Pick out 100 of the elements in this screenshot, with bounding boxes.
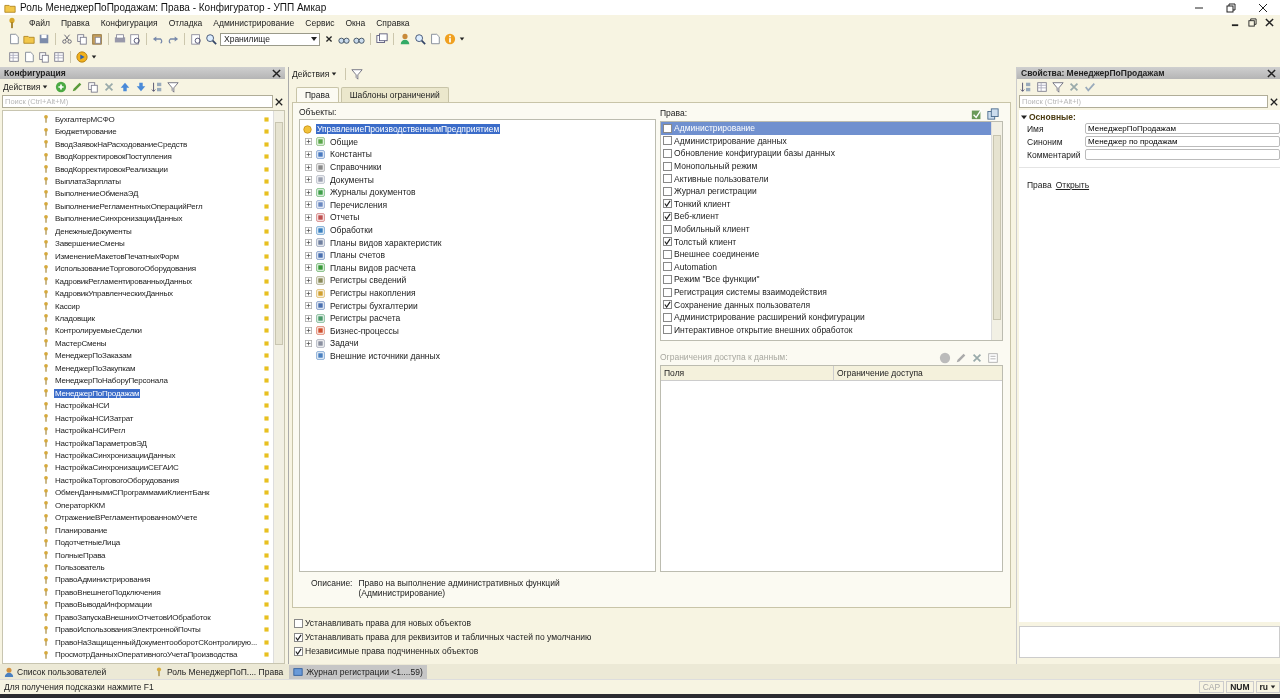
role-item[interactable]: Пользователь — [54, 563, 106, 573]
rights-row[interactable]: Администрирование расширений конфигурации — [661, 310, 991, 324]
rights-row[interactable]: Администрирование данных — [661, 134, 991, 148]
menu-item[interactable]: Конфигурация — [100, 17, 158, 28]
rights-row[interactable]: Тонкий клиент — [661, 197, 991, 211]
role-item[interactable]: ОбменДаннымиСПрограммамиКлиентБанк — [54, 488, 211, 498]
role-item[interactable]: ПросмотрДанныхОперативногоУчетаПроизводства — [54, 650, 239, 660]
role-item[interactable]: НастройкаСинхронизацииСЕГАИС — [54, 463, 180, 473]
rights-row[interactable]: Сохранение данных пользователя — [661, 298, 991, 311]
tree-item[interactable]: Внешние источники данных — [329, 351, 441, 361]
role-item[interactable]: ВводЗаявокНаРасходованиеСредств — [54, 139, 189, 149]
menu-item[interactable]: Отладка — [168, 17, 203, 28]
role-item[interactable]: Кладовщик — [54, 313, 96, 323]
rights-row[interactable]: Регистрация системы взаимодействия — [661, 285, 991, 299]
tree-item[interactable]: Регистры накопления — [329, 288, 417, 298]
window-tab[interactable]: Список пользователей — [0, 665, 148, 679]
rights-row[interactable]: Automation — [661, 260, 991, 274]
role-item[interactable]: Бюджетирование — [54, 127, 118, 137]
role-item[interactable]: НастройкаНСИЗатрат — [54, 413, 135, 423]
rights-row[interactable]: Мобильный клиент — [661, 222, 991, 236]
tree-item[interactable]: УправлениеПроизводственнымПредприятием — [316, 124, 501, 135]
role-item[interactable]: ВыполнениеРегламентныхОперацийРегл — [54, 201, 204, 211]
role-item[interactable]: ИспользованиеТорговогоОборудования — [54, 264, 197, 274]
tree-item[interactable]: Отчеты — [329, 212, 361, 223]
role-item[interactable]: МенеджерПоЗаказам — [54, 351, 133, 361]
actions-menu[interactable]: Действия — [3, 81, 49, 92]
text-field[interactable]: МенеджерПоПродажам — [1085, 123, 1280, 134]
role-item[interactable]: ВводКорректировокРеализации — [54, 164, 169, 174]
menu-item[interactable]: Администрирование — [213, 17, 295, 28]
role-item[interactable]: МенеджерПоЗакупкам — [54, 363, 137, 373]
tree-item[interactable]: Константы — [329, 149, 373, 160]
column-header[interactable]: Ограничение доступа — [834, 366, 926, 380]
role-item[interactable]: ПравоАдминистрирования — [54, 575, 152, 585]
role-item[interactable]: ПравоВнешнегоПодключения — [54, 587, 162, 597]
column-header[interactable]: Поля — [661, 366, 834, 380]
text-field[interactable]: Менеджер по продажам — [1085, 136, 1280, 147]
tree-item[interactable]: Планы видов характеристик — [329, 237, 443, 248]
role-item[interactable]: ВыплатаЗарплаты — [54, 177, 122, 186]
role-item[interactable]: МенеджерПоНаборуПерсонала — [54, 376, 169, 386]
rights-row[interactable]: Обновление конфигурации базы данных — [661, 147, 991, 160]
role-item[interactable]: ПравоНаЗащищенныйДокументооборотСКонтролирую... — [54, 637, 258, 647]
menu-item[interactable]: Правка — [60, 17, 90, 28]
tree-item[interactable]: Регистры сведений — [329, 275, 408, 286]
rights-row[interactable]: Монопольный режим — [661, 159, 991, 173]
role-item[interactable]: Планирование — [54, 525, 109, 535]
tab[interactable]: Права — [296, 87, 339, 102]
role-item[interactable]: ПравоЗапускаВнешнихОтчетовИОбработок — [54, 612, 212, 622]
role-item[interactable]: МастерСмены — [54, 338, 108, 348]
role-item[interactable]: ВыполнениеОбменаЭД — [54, 189, 140, 199]
role-item[interactable]: НастройкаНСИРегл — [54, 426, 127, 436]
role-item[interactable]: ПравоИспользованияЭлектроннойПочты — [54, 625, 202, 635]
actions-menu[interactable]: Действия — [292, 69, 338, 79]
role-item[interactable]: ИзменениеМакетовПечатныхФорм — [54, 251, 180, 261]
window-tab[interactable]: Журнал регистрации <1....59) — [289, 665, 427, 679]
tree-item[interactable]: Планы видов расчета — [329, 262, 417, 273]
role-item[interactable]: НастройкаНСИ — [54, 401, 111, 411]
menu-item[interactable]: Справка — [376, 17, 410, 28]
tree-item[interactable]: Планы счетов — [329, 250, 387, 261]
role-item[interactable]: КонтролируемыеСделки — [54, 326, 143, 336]
tree-item[interactable]: Документы — [329, 174, 375, 185]
role-item[interactable]: НастройкаТорговогоОборудования — [54, 475, 180, 485]
role-item[interactable]: НастройкаПараметровЭД — [54, 438, 148, 448]
role-item[interactable]: ВыполнениеСинхронизацииДанных — [54, 214, 184, 224]
role-item[interactable]: ОтражениеВРегламентированномУчете — [54, 513, 199, 523]
menu-item[interactable]: Файл — [29, 17, 50, 28]
role-item[interactable]: ОператорККМ — [54, 500, 106, 510]
role-item[interactable]: Кассир — [54, 301, 81, 311]
menu-item[interactable]: Окна — [345, 17, 366, 28]
storage-combo[interactable]: Хранилище — [220, 32, 320, 46]
tree-item[interactable]: Справочники — [329, 162, 383, 173]
rights-row[interactable]: Активные пользователи — [661, 172, 991, 185]
tree-item[interactable]: Регистры расчета — [329, 313, 402, 324]
open-link[interactable]: Открыть — [1055, 180, 1090, 190]
rights-row[interactable]: Веб-клиент — [661, 210, 991, 223]
role-item[interactable]: БухгалтерМСФО — [54, 114, 116, 124]
rights-row[interactable]: Журнал регистрации — [661, 184, 991, 198]
role-item[interactable]: КадровикРегламентированныхДанных — [54, 276, 193, 286]
rights-row[interactable]: Интерактивное открытие внешних обработок — [661, 323, 991, 337]
role-item[interactable]: ПолныеПрава — [54, 550, 107, 560]
rights-row[interactable]: Толстый клиент — [661, 235, 991, 248]
menu-item[interactable]: Сервис — [305, 17, 335, 28]
tree-item[interactable]: Журналы документов — [329, 187, 417, 198]
role-item[interactable]: ЗавершениеСмены — [54, 239, 126, 249]
role-item[interactable]: МенеджерПоПродажам — [54, 388, 141, 398]
rights-row[interactable]: Режим "Все функции" — [661, 273, 991, 286]
tree-item[interactable]: Регистры бухгалтерии — [329, 300, 419, 311]
tree-item[interactable]: Задачи — [329, 338, 360, 349]
role-item[interactable]: КадровикУправленческихДанных — [54, 289, 174, 299]
window-tab[interactable]: Роль МенеджерПоП.... Права — [150, 665, 288, 679]
tree-item[interactable]: Перечисления — [329, 199, 389, 210]
role-item[interactable]: НастройкаСинхронизацииДанных — [54, 450, 177, 460]
role-item[interactable]: ДенежныеДокументы — [54, 226, 133, 236]
role-item[interactable]: ПравоВыводаИнформации — [54, 600, 153, 610]
tree-item[interactable]: Обработки — [329, 225, 374, 236]
rights-row[interactable]: Внешнее соединение — [661, 247, 991, 261]
tab[interactable]: Шаблоны ограничений — [340, 87, 449, 102]
tree-item[interactable]: Общие — [329, 136, 359, 147]
role-item[interactable]: ПодотчетныеЛица — [54, 538, 121, 548]
role-item[interactable]: ВводКорректировокПоступления — [54, 152, 173, 162]
tree-item[interactable]: Бизнес-процессы — [329, 325, 400, 336]
